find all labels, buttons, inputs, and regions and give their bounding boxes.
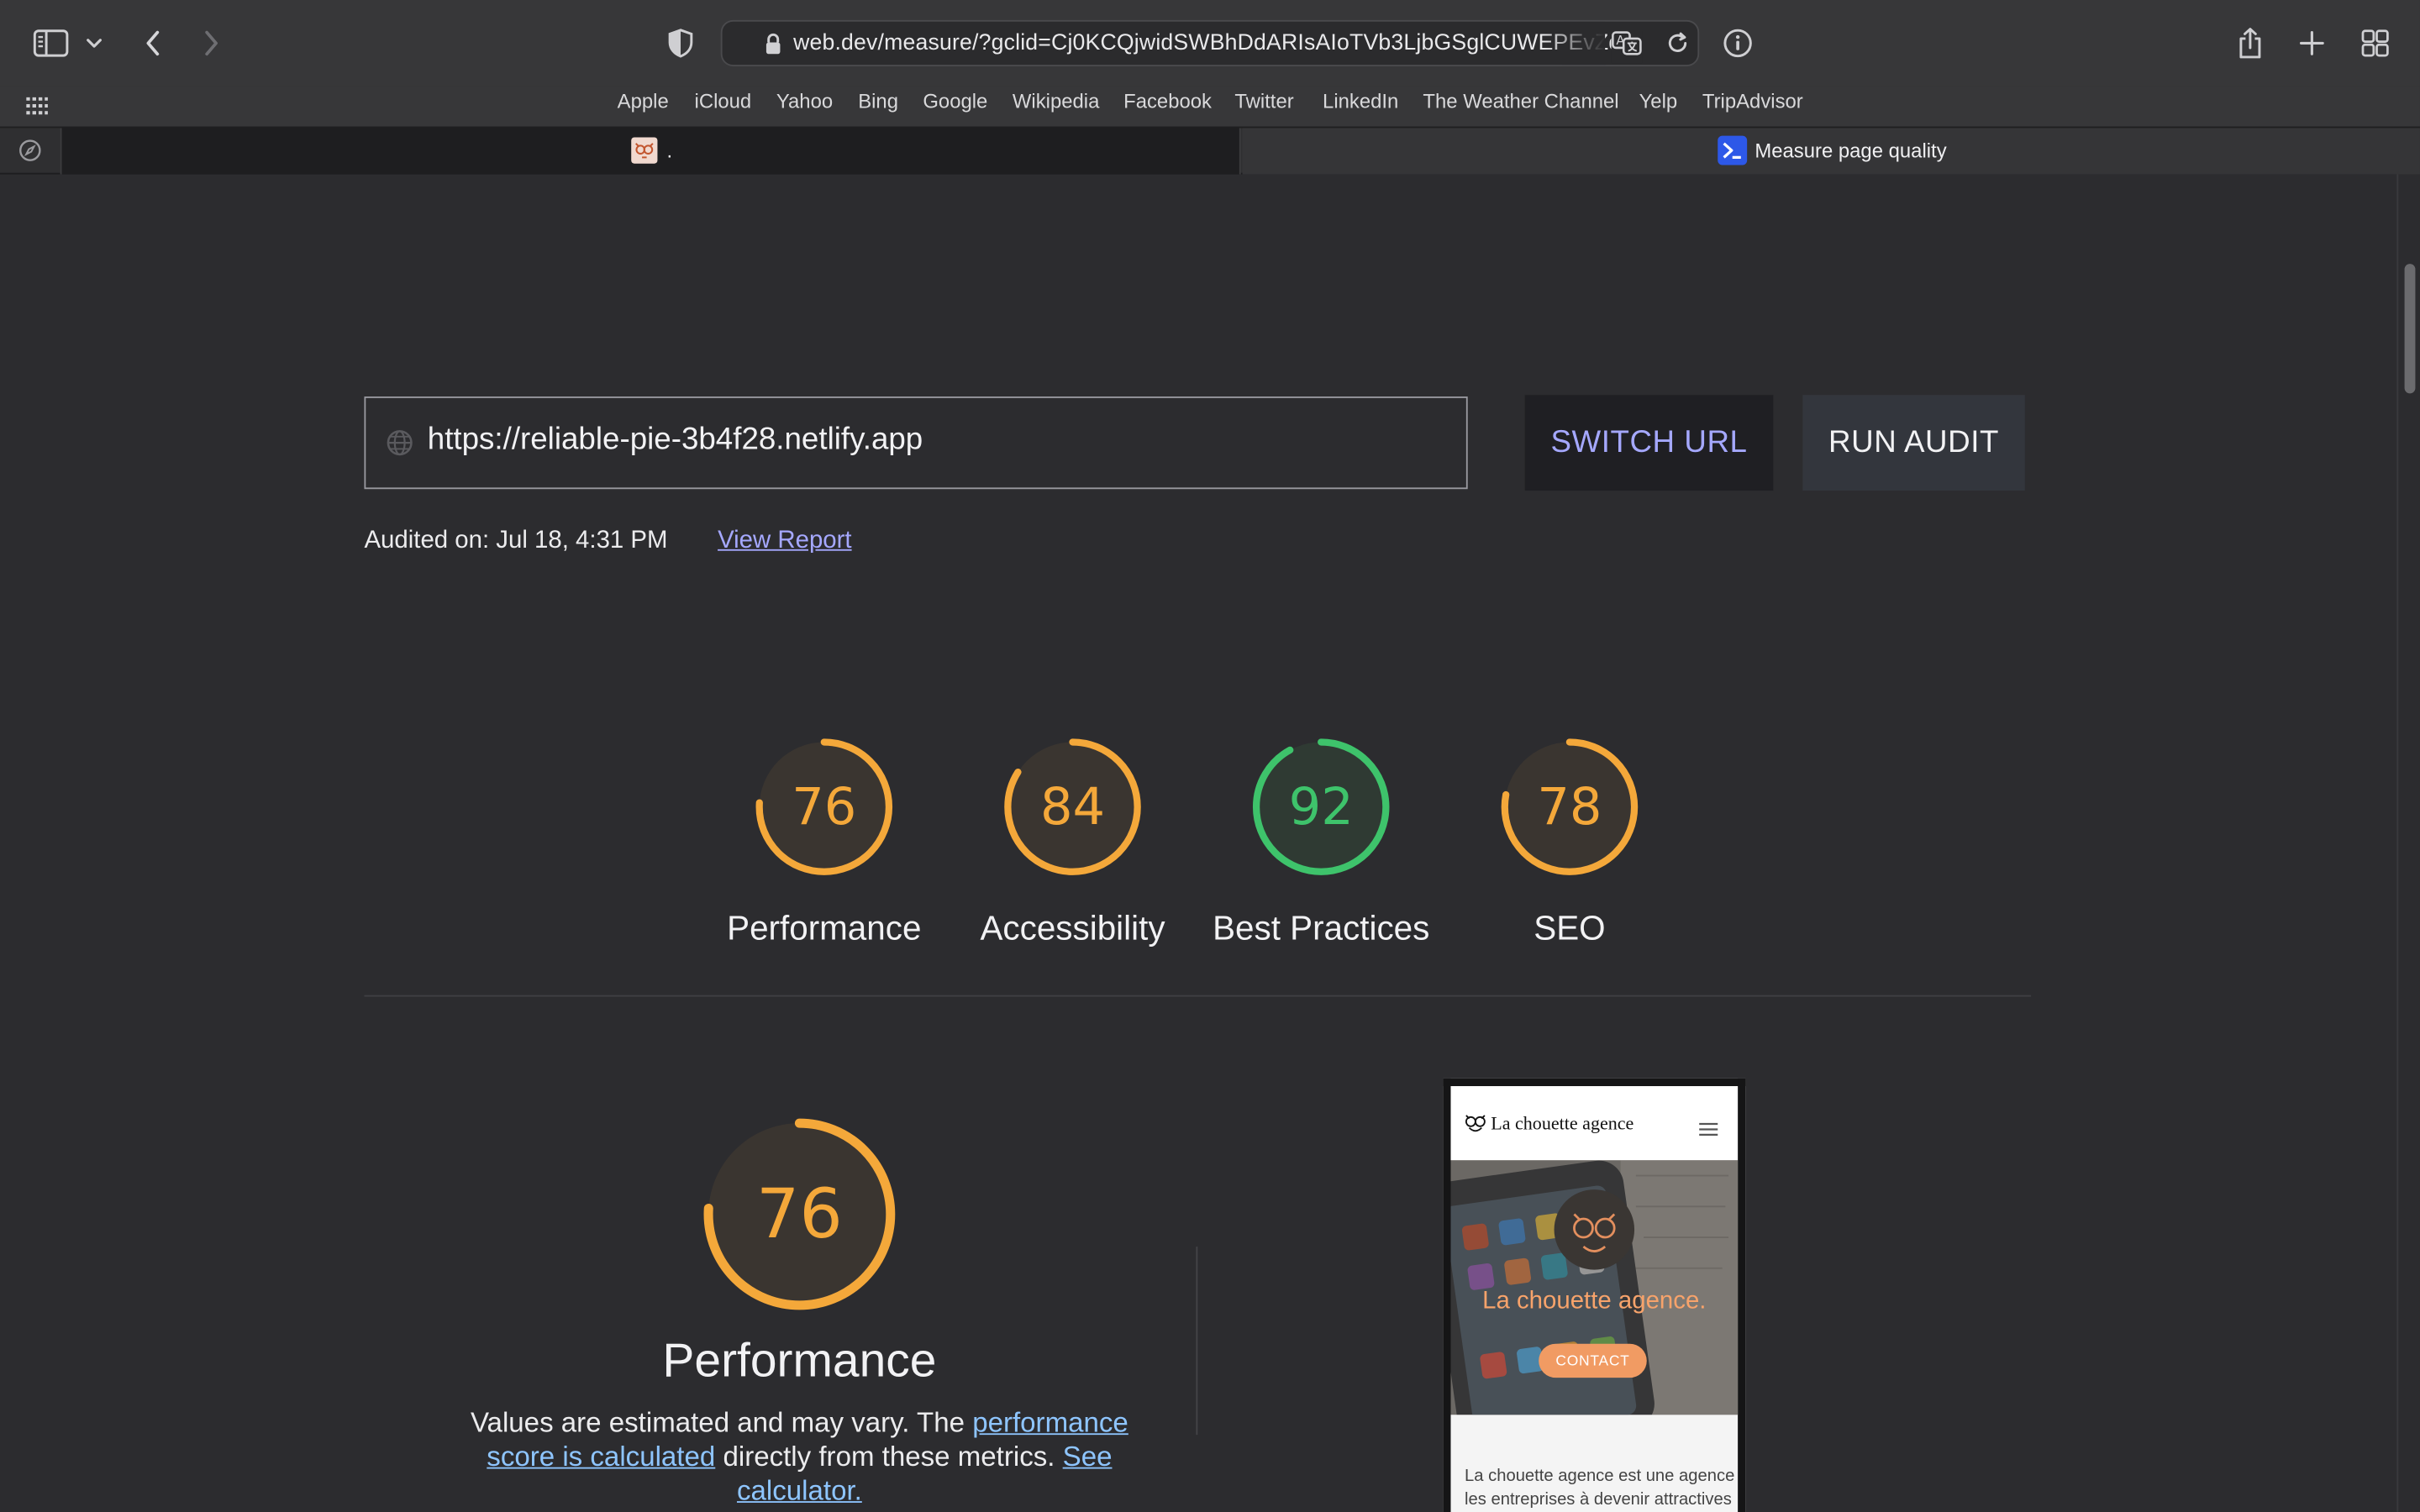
favorite-apple[interactable]: Apple — [618, 90, 669, 113]
back-arrow-icon[interactable] — [131, 22, 174, 65]
favorite-yahoo[interactable]: Yahoo — [776, 90, 833, 113]
info-icon[interactable] — [1716, 22, 1759, 65]
preview-owl-logo-icon — [1463, 1110, 1487, 1143]
favorite-yelp[interactable]: Yelp — [1639, 90, 1678, 113]
perf-desc-text-1: Values are estimated and may vary. The — [470, 1407, 973, 1438]
address-fade — [1543, 21, 1606, 66]
browser-toolbar: web.dev/measure/?gclid=Cj0KCQjwidSWBhDdA… — [0, 0, 2420, 87]
preview-hero-title: La chouette agence. — [1482, 1288, 1707, 1315]
run-audit-button[interactable]: RUN AUDIT — [1802, 395, 2025, 491]
gauge-best-practices[interactable]: 92 — [1250, 736, 1392, 878]
gauge-seo-svg: 78 — [1501, 738, 1639, 875]
favorite-weather-channel[interactable]: The Weather Channel — [1423, 90, 1618, 113]
page-scrollbar[interactable] — [2396, 174, 2420, 1512]
tab-bar: . Measure page quality — [0, 126, 2420, 175]
favorite-linkedin[interactable]: LinkedIn — [1323, 90, 1398, 113]
new-tab-plus-icon[interactable] — [2291, 22, 2333, 65]
gauge-seo-score: 78 — [1537, 778, 1602, 837]
address-bar[interactable]: web.dev/measure/?gclid=Cj0KCQjwidSWBhDdA… — [720, 19, 1700, 66]
section-divider — [364, 995, 2032, 997]
gauge-accessibility[interactable]: 84 — [1002, 736, 1144, 878]
favorite-icloud[interactable]: iCloud — [695, 90, 752, 113]
preview-brand: La chouette agence — [1491, 1112, 1634, 1134]
preview-body-line-1: La chouette agence est une agence — [1465, 1467, 1735, 1486]
switch-url-button[interactable]: SWITCH URL — [1524, 395, 1774, 491]
globe-icon — [386, 429, 413, 465]
gauge-seo[interactable]: 78 — [1498, 736, 1640, 878]
favorite-wikipedia[interactable]: Wikipedia — [1013, 90, 1100, 113]
tab-title-measure: Measure page quality — [1754, 139, 1947, 162]
translate-icon[interactable]: A — [1611, 30, 1643, 64]
favorite-bing[interactable]: Bing — [858, 90, 898, 113]
view-report-link[interactable]: View Report — [718, 528, 852, 555]
gauge-accessibility-score: 84 — [1040, 778, 1105, 837]
perf-desc-text-2: directly from these metrics. — [715, 1441, 1063, 1473]
apps-grid-icon[interactable] — [26, 96, 48, 123]
gauge-performance[interactable]: 76 — [753, 736, 895, 878]
webdev-favicon-icon — [1718, 135, 1748, 165]
performance-detail-gauge: 76 — [701, 1116, 898, 1313]
share-icon[interactable] — [2228, 22, 2271, 65]
tab-agence[interactable]: . — [60, 128, 1241, 175]
favorite-google[interactable]: Google — [923, 90, 987, 113]
performance-detail-gauge-svg: 76 — [703, 1118, 896, 1310]
gauge-performance-score: 76 — [792, 778, 856, 837]
preview-hamburger-icon — [1697, 1117, 1719, 1145]
gauge-accessibility-svg: 84 — [1004, 738, 1141, 875]
owl-favicon-icon — [631, 137, 658, 164]
tab-overview-icon[interactable] — [2354, 22, 2396, 65]
performance-detail-score: 76 — [756, 1175, 843, 1254]
compass-icon[interactable] — [18, 139, 42, 170]
favorite-facebook[interactable]: Facebook — [1123, 90, 1212, 113]
reload-icon[interactable] — [1665, 31, 1690, 64]
vertical-divider — [1196, 1247, 1198, 1436]
audited-on-text: Audited on: Jul 18, 4:31 PM — [364, 528, 668, 554]
audit-url-input[interactable]: https://reliable-pie-3b4f28.netlify.app — [364, 396, 1468, 490]
tab-title-agence: . — [666, 139, 673, 162]
address-url-text: web.dev/measure/?gclid=Cj0KCQjwidSWBhDdA… — [793, 30, 1627, 56]
preview-body-text: La chouette agence est une agence les en… — [1465, 1466, 1738, 1512]
scrollbar-thumb[interactable] — [2404, 264, 2416, 394]
favorite-tripadvisor[interactable]: TripAdvisor — [1702, 90, 1803, 113]
gauge-seo-label: SEO — [1534, 908, 1606, 948]
performance-detail-title: Performance — [662, 1332, 937, 1388]
privacy-shield-icon[interactable] — [659, 22, 702, 65]
preview-hero: La chouette agence. CONTACT — [1450, 1160, 1739, 1415]
sidebar-toggle-icon[interactable] — [29, 22, 72, 65]
favorites-bar: Apple iCloud Yahoo Bing Google Wikipedia… — [0, 86, 2420, 127]
lock-icon — [764, 33, 782, 64]
audit-url-value: https://reliable-pie-3b4f28.netlify.app — [427, 423, 923, 457]
gauge-best-practices-score: 92 — [1289, 778, 1354, 837]
chevron-down-icon[interactable] — [77, 22, 111, 65]
performance-detail-description: Values are estimated and may vary. The p… — [460, 1405, 1139, 1507]
tab-measure-page-quality[interactable]: Measure page quality — [1242, 128, 2420, 175]
forward-arrow-icon[interactable] — [190, 22, 233, 65]
gauge-best-practices-svg: 92 — [1252, 738, 1390, 875]
page-screenshot-preview: La chouette agence La chouette agence. C… — [1443, 1078, 1746, 1512]
gauge-performance-svg: 76 — [755, 738, 893, 875]
favorite-twitter[interactable]: Twitter — [1234, 90, 1293, 113]
preview-contact-button: CONTACT — [1539, 1343, 1647, 1378]
preview-header: La chouette agence — [1450, 1086, 1739, 1161]
preview-body-line-2: les entreprises à devenir attractives — [1465, 1490, 1732, 1509]
